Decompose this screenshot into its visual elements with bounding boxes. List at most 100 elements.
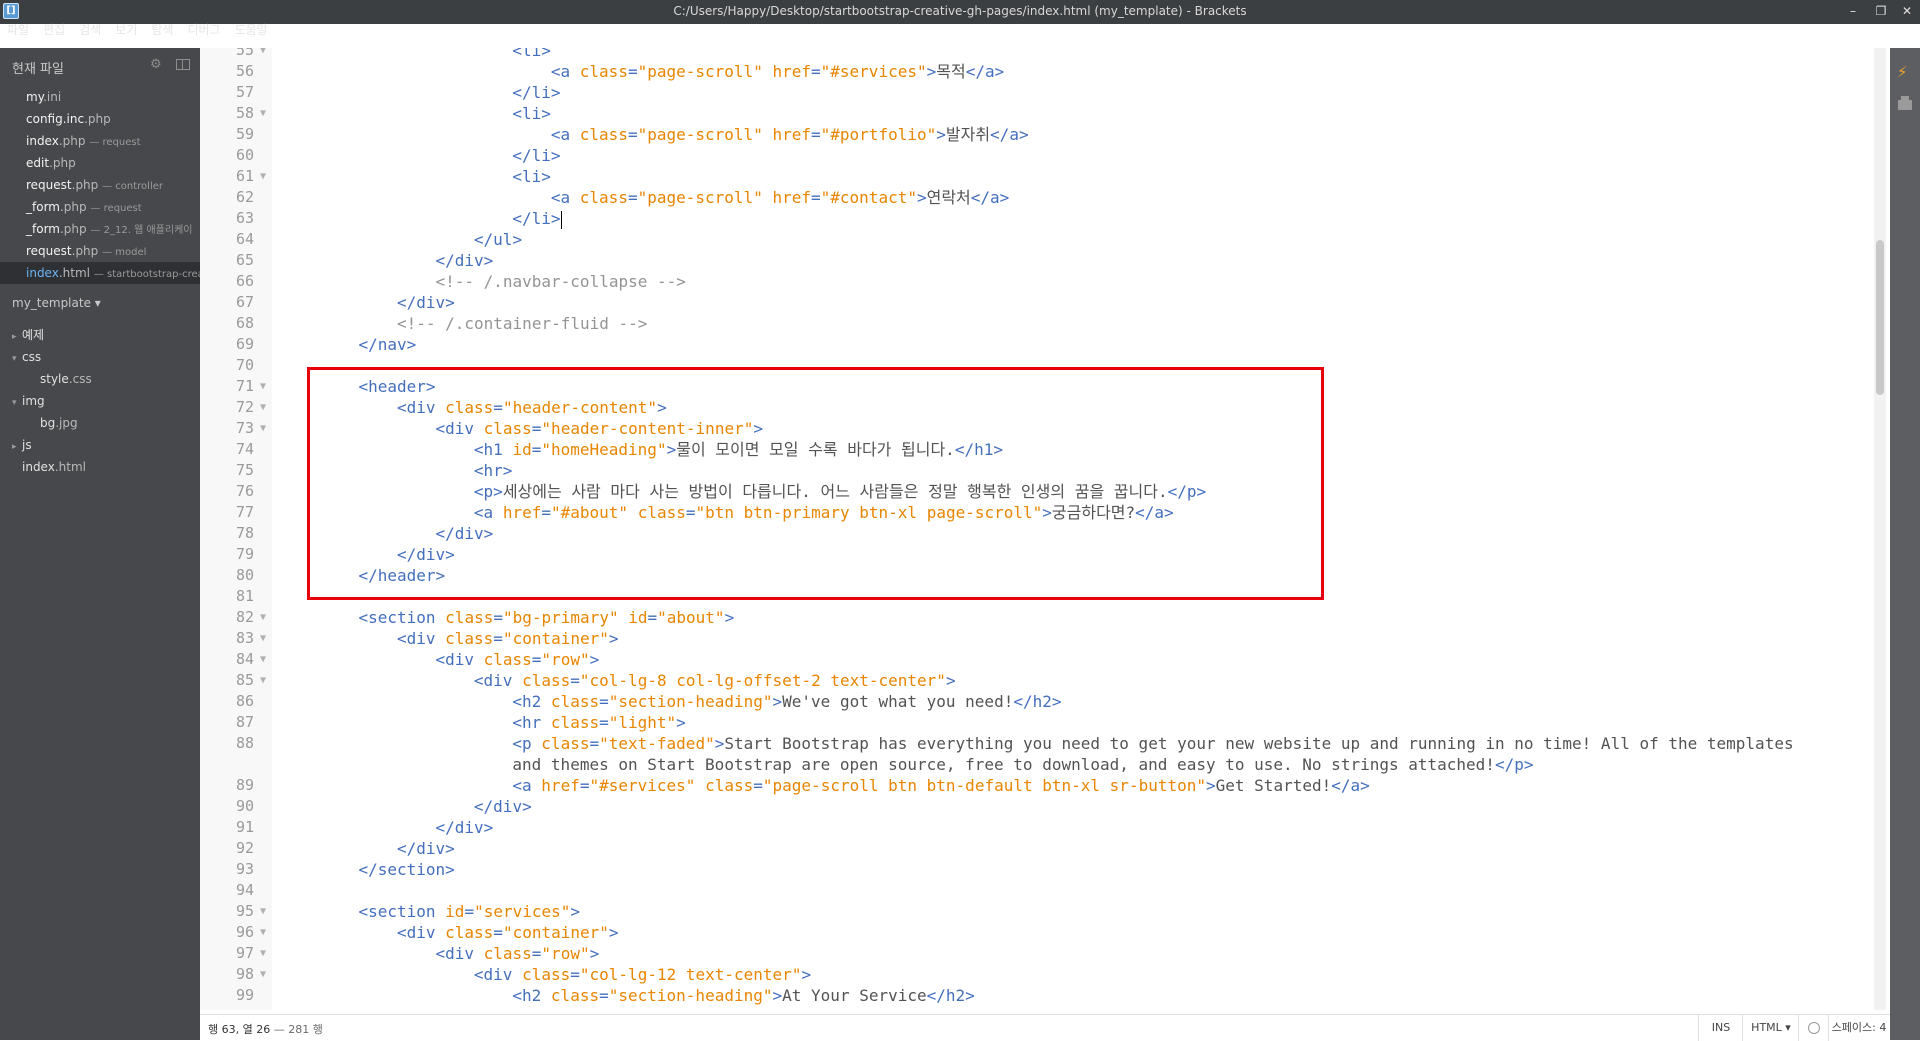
code-line[interactable]: 80 </header>: [200, 565, 1882, 586]
fold-arrow-icon[interactable]: ▼: [260, 418, 270, 439]
code-line[interactable]: 87 <hr class="light">: [200, 712, 1882, 733]
editor-scrollbar[interactable]: [1874, 48, 1886, 1010]
code-line[interactable]: 84 ▼ <div class="row">: [200, 649, 1882, 670]
code-line[interactable]: 59 <a class="page-scroll" href="#portfoli…: [200, 124, 1882, 145]
code-line[interactable]: 85 ▼ <div class="col-lg-8 col-lg-offset-2 …: [200, 670, 1882, 691]
code-line[interactable]: 70: [200, 355, 1882, 376]
code-line[interactable]: 62 <a class="page-scroll" href="#contact"…: [200, 187, 1882, 208]
working-file-item[interactable]: request.php — controller: [0, 174, 200, 196]
code-line[interactable]: 69 </nav>: [200, 334, 1882, 355]
code-line[interactable]: 77 <a href="#about" class="btn btn-primar…: [200, 502, 1882, 523]
code-line[interactable]: 89 <a href="#services" class="page-scroll…: [200, 775, 1882, 796]
code-line[interactable]: 75 <hr>: [200, 460, 1882, 481]
close-button[interactable]: ✕: [1896, 2, 1918, 20]
gear-icon[interactable]: ⚙: [150, 57, 162, 72]
code-editor[interactable]: 55 ▼ <li> 56 <a class="page-scroll" href="#s…: [200, 48, 1882, 1010]
code-line[interactable]: 64 </ul>: [200, 229, 1882, 250]
restore-button[interactable]: ❐: [1870, 2, 1892, 20]
live-preview-icon[interactable]: ⚡: [1897, 63, 1908, 81]
code-line[interactable]: 73 ▼ <div class="header-content-inner">: [200, 418, 1882, 439]
code-line[interactable]: 61 ▼ <li>: [200, 166, 1882, 187]
code-line[interactable]: 55 ▼ <li>: [200, 48, 1882, 61]
working-file-item[interactable]: index.php — request: [0, 130, 200, 152]
scrollbar-thumb[interactable]: [1876, 240, 1884, 395]
working-file-item[interactable]: config.inc.php: [0, 108, 200, 130]
fold-arrow-icon[interactable]: ▼: [260, 397, 270, 418]
working-file-item[interactable]: my.ini: [0, 86, 200, 108]
tree-item[interactable]: bg.jpg: [0, 412, 200, 434]
code-line[interactable]: 90 </div>: [200, 796, 1882, 817]
code-line[interactable]: 82 ▼ <section class="bg-primary" id="about…: [200, 607, 1882, 628]
working-file-item[interactable]: request.php — model: [0, 240, 200, 262]
tree-item[interactable]: ▾ img: [0, 390, 200, 412]
working-file-item[interactable]: _form.php — 2_12. 웹 애플리케이: [0, 218, 200, 240]
code-line[interactable]: 63 </li>: [200, 208, 1882, 229]
code-line[interactable]: 93 </section>: [200, 859, 1882, 880]
code-line[interactable]: 68 <!-- /.container-fluid -->: [200, 313, 1882, 334]
menu-item[interactable]: 도움말: [228, 18, 275, 42]
minimize-button[interactable]: –: [1842, 2, 1864, 20]
code-line[interactable]: 86 <h2 class="section-heading">We've got …: [200, 691, 1882, 712]
fold-arrow-icon[interactable]: ▼: [260, 48, 270, 61]
language-select[interactable]: HTML ▾: [1742, 1015, 1799, 1041]
code-line[interactable]: 66 <!-- /.navbar-collapse -->: [200, 271, 1882, 292]
code-line[interactable]: 57 </li>: [200, 82, 1882, 103]
fold-arrow-icon[interactable]: ▼: [260, 649, 270, 670]
cursor-position[interactable]: 행 63, 열 26 — 281 행: [208, 1021, 323, 1037]
menu-item[interactable]: 탐색: [144, 18, 180, 42]
code-line[interactable]: 88 <p class="text-faded">Start Bootstrap …: [200, 733, 1882, 754]
menu-item[interactable]: 디버그: [180, 18, 227, 42]
code-line[interactable]: 94: [200, 880, 1882, 901]
menu-item[interactable]: 보기: [108, 18, 144, 42]
code-line[interactable]: 83 ▼ <div class="container">: [200, 628, 1882, 649]
indent-setting[interactable]: 스페이스: 4: [1828, 1015, 1889, 1041]
fold-arrow-icon[interactable]: ▼: [260, 922, 270, 943]
code-line[interactable]: 95 ▼ <section id="services">: [200, 901, 1882, 922]
tree-item[interactable]: ▾ css: [0, 346, 200, 368]
extension-manager-icon[interactable]: [1898, 96, 1912, 110]
lint-status[interactable]: [1798, 1015, 1829, 1041]
code-line[interactable]: 67 </div>: [200, 292, 1882, 313]
code-line[interactable]: 79 </div>: [200, 544, 1882, 565]
fold-arrow-icon[interactable]: ▼: [260, 670, 270, 691]
fold-arrow-icon[interactable]: ▼: [260, 376, 270, 397]
code-line[interactable]: 97 ▼ <div class="row">: [200, 943, 1882, 964]
code-line[interactable]: 71 ▼ <header>: [200, 376, 1882, 397]
menu-item[interactable]: 검색: [72, 18, 108, 42]
fold-arrow-icon[interactable]: ▼: [260, 943, 270, 964]
fold-arrow-icon[interactable]: ▼: [260, 628, 270, 649]
code-line[interactable]: 76 <p>세상에는 사람 마다 사는 방법이 다릅니다. 어느 사람들은 정말 …: [200, 481, 1882, 502]
code-line[interactable]: 65 </div>: [200, 250, 1882, 271]
fold-arrow-icon[interactable]: ▼: [260, 166, 270, 187]
working-file-item[interactable]: edit.php: [0, 152, 200, 174]
insert-mode-toggle[interactable]: INS: [1698, 1015, 1743, 1041]
code-line[interactable]: 99 <h2 class="section-heading">At Your Se…: [200, 985, 1882, 1006]
fold-arrow-icon[interactable]: ▼: [260, 901, 270, 922]
working-file-item[interactable]: _form.php — request: [0, 196, 200, 218]
tree-item[interactable]: style.css: [0, 368, 200, 390]
fold-arrow-icon[interactable]: ▼: [260, 964, 270, 985]
tree-item[interactable]: ▸ js: [0, 434, 200, 456]
code-line[interactable]: 74 <h1 id="homeHeading">물이 모이면 모일 수록 바다가 …: [200, 439, 1882, 460]
code-line[interactable]: 98 ▼ <div class="col-lg-12 text-center">: [200, 964, 1882, 985]
code-line[interactable]: 56 <a class="page-scroll" href="#services…: [200, 61, 1882, 82]
menu-item[interactable]: 파일: [0, 18, 36, 42]
code-line[interactable]: 100 <hr class="primary">: [200, 1006, 1882, 1010]
code-line[interactable]: 96 ▼ <div class="container">: [200, 922, 1882, 943]
tree-item[interactable]: index.html: [0, 456, 200, 478]
working-file-item[interactable]: index.html — startbootstrap-crea: [0, 262, 200, 284]
project-dropdown[interactable]: my_template ▾: [12, 296, 101, 310]
code-line[interactable]: 81: [200, 586, 1882, 607]
code-line[interactable]: 78 </div>: [200, 523, 1882, 544]
code-line[interactable]: and themes on Start Bootstrap are open s…: [200, 754, 1882, 775]
code-line[interactable]: 60 </li>: [200, 145, 1882, 166]
fold-arrow-icon[interactable]: ▼: [260, 607, 270, 628]
code-line[interactable]: 92 </div>: [200, 838, 1882, 859]
code-line[interactable]: 58 ▼ <li>: [200, 103, 1882, 124]
split-view-icon[interactable]: [176, 59, 190, 70]
code-line[interactable]: 72 ▼ <div class="header-content">: [200, 397, 1882, 418]
tree-item[interactable]: ▸ 예제: [0, 324, 200, 346]
fold-arrow-icon[interactable]: ▼: [260, 103, 270, 124]
menu-item[interactable]: 편집: [36, 18, 72, 42]
code-line[interactable]: 91 </div>: [200, 817, 1882, 838]
